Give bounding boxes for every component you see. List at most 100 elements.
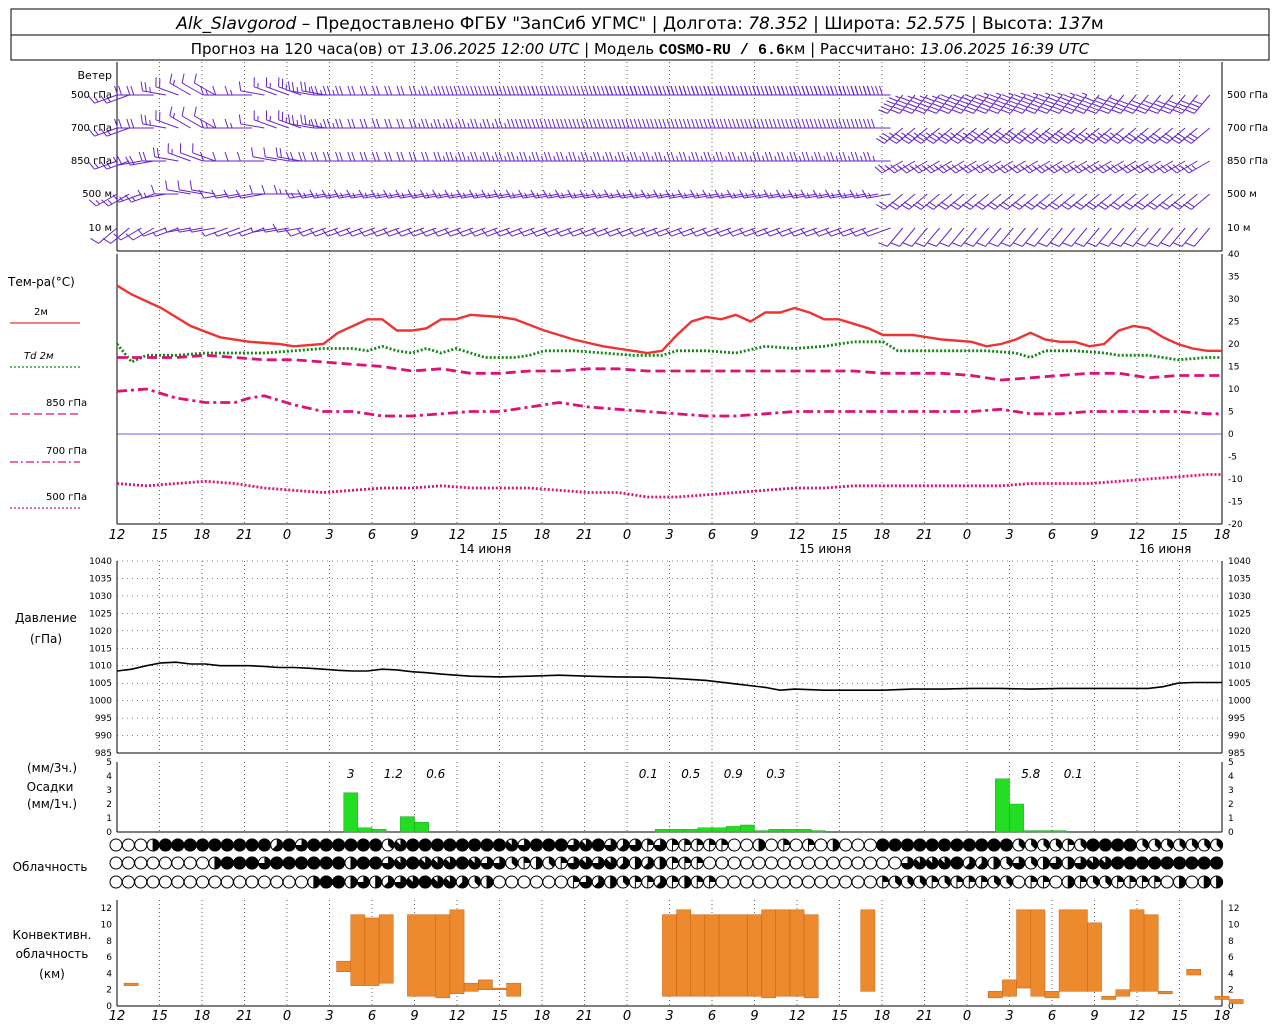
- wind-barb-full: [744, 151, 749, 162]
- wind-barb-half: [467, 155, 470, 162]
- conv-label-line-3: (км): [39, 967, 65, 981]
- wind-barb-full: [984, 100, 994, 105]
- wind-barb-half: [996, 92, 1002, 96]
- cloud-fill-partial: [153, 839, 160, 851]
- wind-barb-full: [1052, 106, 1062, 111]
- wind-level-label-right: 500 м: [1227, 189, 1257, 200]
- wind-barb-full: [535, 85, 540, 96]
- wind-barb-full: [912, 204, 922, 210]
- cloud-circle: [851, 838, 865, 852]
- cloud-fill-full: [171, 838, 185, 852]
- conv-xtick-label: 18: [194, 1009, 211, 1024]
- wind-barb-full: [830, 118, 835, 129]
- temp-xtick-label: 21: [236, 528, 253, 543]
- wind-barb-full: [915, 242, 925, 247]
- wind-barb-full: [1026, 135, 1036, 142]
- wind-barb-full: [588, 118, 593, 129]
- wind-barb-full: [768, 151, 773, 162]
- wind-barb-full: [682, 85, 687, 96]
- cloud-fill-partial: [981, 876, 988, 882]
- wind-barb-full: [919, 132, 928, 139]
- wind-barb-full: [678, 118, 683, 129]
- wind-barb-full: [238, 114, 242, 124]
- prec-ytick-right: 0: [1228, 828, 1234, 838]
- wind-barb-full: [1146, 138, 1155, 144]
- wind-barb-half: [663, 155, 667, 162]
- conv-xtick-label: 12: [109, 1009, 126, 1024]
- wind-barb-full: [1182, 138, 1192, 144]
- wind-barb-full: [964, 242, 974, 247]
- wind-barb-full: [1094, 100, 1104, 105]
- wind-barb-full: [1090, 132, 1100, 139]
- temperature-panel-label: Тем-ра(°C): [7, 275, 75, 289]
- wind-barb-half: [296, 86, 299, 93]
- wind-barb-full: [785, 118, 790, 129]
- wind-barb-full: [510, 118, 515, 129]
- cloud-fill-partial: [721, 839, 728, 845]
- wind-barb-full: [236, 151, 241, 162]
- conv-xtick-label: 6: [1048, 1009, 1056, 1024]
- wind-barb-full: [989, 94, 999, 99]
- precip-bar: [400, 816, 415, 833]
- cloud-fill-full: [950, 856, 964, 870]
- wind-barb-full: [949, 204, 959, 210]
- wind-barb-full: [1173, 242, 1183, 247]
- temp-xtick-label: 0: [623, 528, 631, 543]
- wind-barb-full: [1026, 94, 1036, 99]
- wind-barb-full: [658, 151, 663, 162]
- wind-barb-full: [1063, 94, 1073, 99]
- wind-barb-full: [940, 94, 950, 99]
- wind-barb-full: [300, 81, 303, 91]
- convective-bar: [1087, 922, 1102, 992]
- wind-barb-full: [977, 94, 987, 99]
- wind-barb-full: [339, 85, 344, 96]
- cloud-circle: [517, 875, 531, 889]
- wind-barb-full: [952, 94, 962, 99]
- cloud-fill-partial: [660, 857, 667, 869]
- wind-barb-full: [1051, 135, 1060, 142]
- cloud-circle: [171, 856, 185, 870]
- pres-ytick-left: 1025: [89, 609, 112, 619]
- wind-barb-full: [1021, 100, 1031, 105]
- cloud-fill-full: [1123, 856, 1137, 870]
- wind-barb-full: [915, 135, 925, 142]
- precip-3h-total: 1.2: [384, 767, 403, 781]
- wind-barb-half: [479, 122, 483, 129]
- wind-barb-shaft: [1193, 227, 1211, 247]
- wind-barb-full: [335, 118, 340, 129]
- wind-barb-full: [1014, 201, 1023, 208]
- temp-xtick-label: 18: [874, 528, 891, 543]
- wind-barb-full: [1141, 103, 1151, 108]
- convective-bar: [492, 987, 507, 990]
- model-name: COSMO-RU / 6.6: [659, 42, 785, 59]
- wind-barb-full: [1114, 106, 1124, 111]
- wind-barb-full: [654, 85, 659, 96]
- wind-barb-full: [347, 151, 352, 162]
- wind-barb-full: [1062, 242, 1072, 247]
- wind-barb-full: [130, 85, 135, 96]
- wind-barb-full: [1160, 242, 1170, 247]
- wind-barb-full: [793, 118, 798, 129]
- wind-barb-shaft: [1169, 227, 1186, 247]
- wind-barb-half: [230, 122, 233, 129]
- wind-barb-half: [962, 132, 968, 137]
- wind-barb-full: [1003, 106, 1013, 111]
- wind-barb-half: [847, 155, 851, 162]
- wind-barb-full: [950, 97, 960, 102]
- convective-bar: [1143, 914, 1159, 992]
- wind-barb-full: [768, 85, 773, 96]
- wind-barb-full: [752, 151, 757, 162]
- cloud-circle: [233, 875, 247, 889]
- wind-barb-full: [1148, 109, 1158, 114]
- cloud-fill-partial: [610, 876, 617, 888]
- wind-barb-half: [528, 155, 532, 162]
- wind-barb-full: [834, 85, 839, 96]
- temp-xtick-label: 6: [368, 528, 376, 543]
- cloud-circle: [158, 875, 172, 889]
- wind-barb-full: [1107, 100, 1117, 105]
- wind-barb-full: [1023, 97, 1033, 102]
- cloud-circle: [183, 856, 197, 870]
- cloud-fill-partial: [833, 839, 840, 851]
- wind-barb-full: [425, 85, 429, 96]
- wind-barb-full: [609, 151, 614, 162]
